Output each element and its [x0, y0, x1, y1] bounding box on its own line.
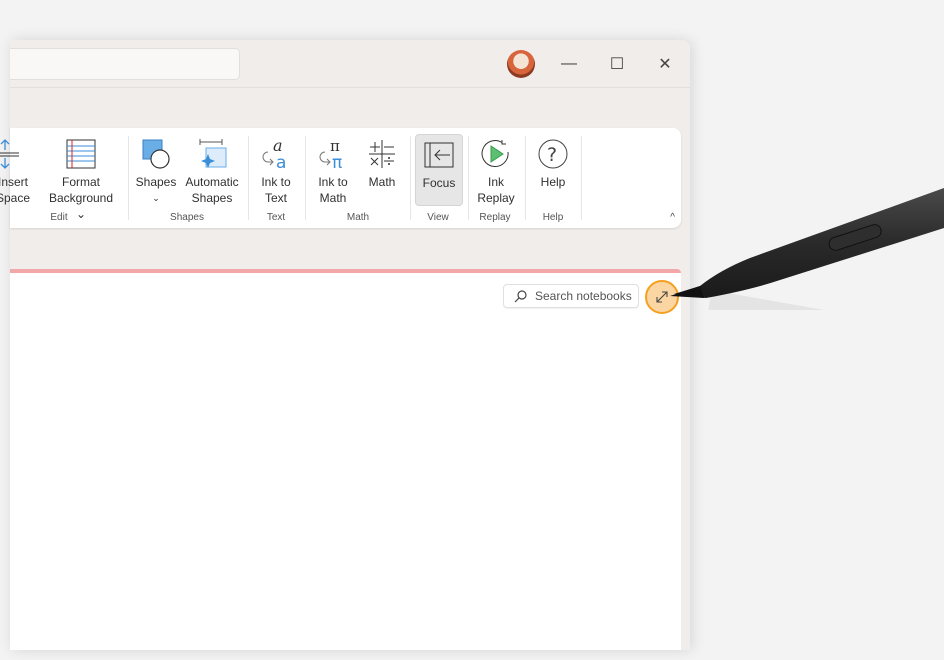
ink-to-text-button[interactable]: aa Ink to Text — [254, 134, 298, 206]
stylus-pen-image — [670, 188, 944, 310]
user-avatar[interactable] — [507, 50, 535, 78]
ink-replay-icon — [481, 140, 509, 167]
group-label-text: Text — [266, 212, 286, 223]
group-label-view: View — [427, 212, 449, 223]
page-canvas[interactable]: Search notebooks — [10, 269, 681, 650]
divider — [305, 136, 306, 220]
ink-to-math-button[interactable]: ππ Ink to Math — [311, 134, 355, 206]
ink-to-text-icon: aa — [262, 138, 286, 170]
help-icon: ? — [538, 139, 568, 169]
ink-replay-button[interactable]: Ink Replay — [473, 134, 519, 206]
divider — [410, 136, 411, 220]
automatic-shapes-icon — [199, 139, 227, 168]
ink-to-math-icon: ππ — [319, 138, 342, 170]
math-icon — [369, 140, 395, 168]
group-label-shapes: Shapes — [170, 212, 204, 223]
divider — [248, 136, 249, 220]
automatic-shapes-button[interactable]: Automatic Shapes — [182, 134, 242, 206]
focus-button[interactable]: Focus — [415, 134, 463, 206]
title-search-box[interactable] — [10, 48, 240, 80]
group-label-edit: Edit — [50, 212, 68, 223]
format-background-button[interactable]: Format Background ⌄ — [43, 134, 119, 221]
group-label-replay: Replay — [479, 212, 511, 223]
divider — [128, 136, 129, 220]
group-label-math: Math — [346, 212, 370, 223]
close-button[interactable]: ✕ — [653, 52, 677, 76]
shapes-icon — [142, 139, 170, 169]
expand-icon — [656, 291, 668, 303]
maximize-button[interactable]: ☐ — [605, 52, 629, 76]
minimize-button[interactable]: — — [557, 52, 581, 76]
math-button[interactable]: Math — [360, 134, 404, 206]
onenote-window: — ☐ ✕ InsertSpace FormatBackground ⌄ Sha… — [0, 40, 690, 650]
help-button[interactable]: ? Help — [531, 134, 575, 206]
ribbon-draw-tab: InsertSpace FormatBackground ⌄ Shapes⌄ A… — [0, 128, 681, 228]
divider — [525, 136, 526, 220]
divider — [581, 136, 582, 220]
search-icon — [514, 289, 527, 302]
titlebar-divider — [10, 87, 690, 88]
insert-space-icon — [0, 139, 19, 169]
focus-icon — [424, 142, 454, 168]
svg-text:?: ? — [547, 144, 557, 166]
format-background-icon — [66, 139, 96, 169]
svg-text:a: a — [276, 153, 286, 170]
shapes-button[interactable]: Shapes ⌄ — [134, 134, 178, 206]
insert-space-button[interactable]: InsertSpace — [0, 134, 38, 206]
search-notebooks-button[interactable]: Search notebooks — [503, 284, 639, 308]
divider — [468, 136, 469, 220]
group-label-help: Help — [542, 212, 564, 223]
svg-text:π: π — [332, 153, 342, 170]
